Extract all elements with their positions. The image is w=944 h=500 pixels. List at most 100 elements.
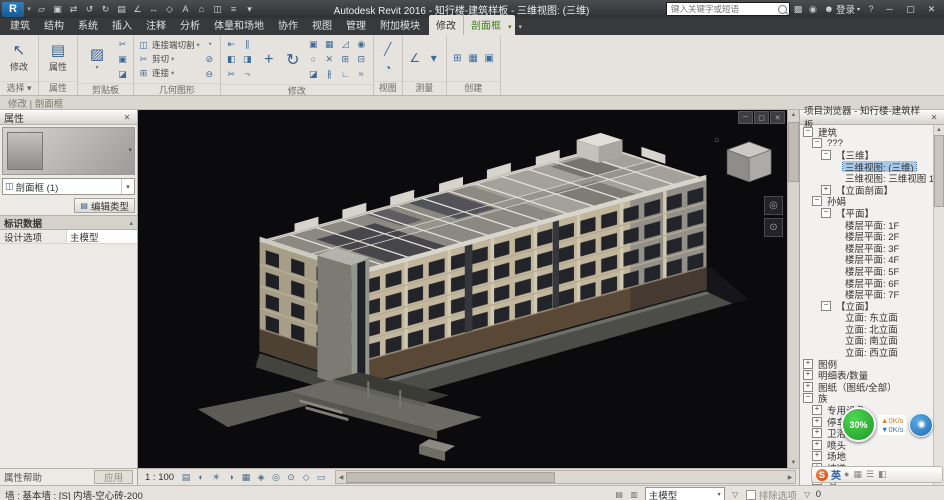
- design-option-filter-icon[interactable]: ▽: [729, 489, 742, 500]
- properties-title-bar[interactable]: 属性 ✕: [0, 110, 137, 125]
- displacement-icon[interactable]: ▭: [314, 471, 328, 484]
- tree-item[interactable]: 族: [800, 393, 933, 405]
- tree-expand-icon[interactable]: [812, 451, 822, 461]
- cut-geometry-icon[interactable]: ✂ 剪切 ▾: [137, 53, 200, 66]
- tree-item[interactable]: ???: [800, 138, 933, 150]
- input-language-indicator[interactable]: 英: [831, 467, 841, 482]
- split-with-gap-icon[interactable]: ∦: [322, 67, 337, 81]
- create-similar-icon[interactable]: ▣: [482, 50, 497, 66]
- tab-modify[interactable]: 修改: [429, 15, 463, 35]
- match-type-icon[interactable]: ◪: [115, 67, 130, 81]
- vp-minimize-icon[interactable]: ─: [738, 111, 753, 124]
- beam-cope-icon[interactable]: ◔: [202, 37, 217, 51]
- drawing-area[interactable]: ⌂ ─ ▢ ✕ ◎: [138, 110, 799, 468]
- tree-item[interactable]: 【三维】: [800, 149, 933, 161]
- ribbon-tab[interactable]: 注释: [139, 15, 173, 35]
- measure-icon[interactable]: ∠: [130, 2, 145, 16]
- tree-item[interactable]: 【立面剖面】: [800, 184, 933, 196]
- vp-close-icon[interactable]: ✕: [770, 111, 785, 124]
- pin-icon[interactable]: ◉: [354, 37, 369, 51]
- section-collapse-icon[interactable]: ▴: [129, 219, 133, 227]
- apply-coping-icon[interactable]: ⊘: [202, 52, 217, 66]
- ribbon-tab[interactable]: 系统: [71, 15, 105, 35]
- tree-expand-icon[interactable]: [803, 127, 813, 137]
- cope-icon[interactable]: ◫ 连接端切割 ▾: [137, 39, 200, 52]
- viewport-horizontal-scrollbar[interactable]: ◀ ▶: [335, 470, 796, 484]
- tree-item[interactable]: 三维视图: 三维视图 1: [800, 172, 933, 184]
- type-selector-arrow-icon[interactable]: ▾: [121, 179, 134, 194]
- tree-expand-icon[interactable]: [812, 428, 822, 438]
- join-geometry-icon[interactable]: ⊞: [338, 52, 353, 66]
- properties-close-icon[interactable]: ✕: [121, 113, 133, 122]
- array-icon[interactable]: ▦: [322, 37, 337, 51]
- browser-scrollbar-thumb[interactable]: [934, 135, 944, 207]
- section-icon[interactable]: ◫: [210, 2, 225, 16]
- ribbon-tab[interactable]: 分析: [173, 15, 207, 35]
- checkbox-icon[interactable]: [746, 490, 756, 500]
- modify-tool-button[interactable]: ↖ 修改: [3, 43, 35, 73]
- tree-item[interactable]: 立面: 东立面: [800, 312, 933, 324]
- scale-icon[interactable]: ◿: [338, 37, 353, 51]
- scroll-down-icon[interactable]: ▼: [791, 458, 797, 468]
- tree-item[interactable]: 楼层平面: 7F: [800, 288, 933, 300]
- minimize-icon[interactable]: ─: [879, 1, 900, 17]
- tree-item[interactable]: 楼层平面: 6F: [800, 277, 933, 289]
- detail-level-icon[interactable]: ▤: [179, 471, 193, 484]
- tree-expand-icon[interactable]: [812, 405, 822, 415]
- worksets-icon[interactable]: ▤: [613, 489, 626, 500]
- offset-icon[interactable]: ∥: [240, 37, 255, 51]
- tree-item[interactable]: 楼层平面: 2F: [800, 230, 933, 242]
- exclude-options-checkbox[interactable]: 排除选项: [746, 488, 797, 500]
- type-selector[interactable]: ◫ 剖面框 (1) ▾: [2, 178, 135, 195]
- soft-keyboard-icon[interactable]: ▦: [853, 469, 862, 480]
- tree-expand-icon[interactable]: [803, 370, 813, 380]
- properties-help-link[interactable]: 属性帮助: [4, 470, 42, 484]
- tree-item[interactable]: 立面: 北立面: [800, 323, 933, 335]
- tree-item[interactable]: 楼层平面: 4F: [800, 254, 933, 266]
- project-browser-close-icon[interactable]: ✕: [928, 113, 940, 122]
- property-value[interactable]: 主模型: [67, 230, 137, 243]
- customize-quick-access-icon[interactable]: ▾: [242, 2, 257, 16]
- rotate-icon[interactable]: ↻: [282, 41, 304, 79]
- exchange-apps-icon[interactable]: ▩: [791, 2, 805, 16]
- close-icon[interactable]: ✕: [921, 1, 942, 17]
- steering-wheel-icon[interactable]: ◎: [764, 196, 783, 215]
- ribbon-tab[interactable]: 建筑: [3, 15, 37, 35]
- copy-icon[interactable]: ▣: [306, 37, 321, 51]
- dropdown-arrow-icon[interactable]: ▾: [171, 55, 174, 63]
- remove-coping-icon[interactable]: ⊖: [202, 67, 217, 81]
- tree-item[interactable]: 图纸（图纸/全部）: [800, 381, 933, 393]
- 3d-view-canvas[interactable]: ⌂: [138, 110, 788, 468]
- print-icon[interactable]: ▤: [114, 2, 129, 16]
- application-menu-arrow-icon[interactable]: ▾: [25, 5, 33, 13]
- apply-button[interactable]: 应用: [94, 470, 133, 484]
- wall-joins-icon[interactable]: ∟: [338, 67, 353, 81]
- vp-restore-icon[interactable]: ▢: [754, 111, 769, 124]
- skin-icon[interactable]: ◧: [878, 469, 887, 480]
- tab-section-box-contextual[interactable]: 剖面框: [463, 15, 508, 35]
- sign-in-button[interactable]: ☻ 登录 ▾: [821, 2, 863, 16]
- text-icon[interactable]: A: [178, 2, 193, 16]
- unpin-icon[interactable]: ○: [306, 52, 321, 66]
- mirror-draw-axis-icon[interactable]: ◨: [240, 52, 255, 66]
- mirror-pick-axis-icon[interactable]: ◧: [224, 52, 239, 66]
- tree-item[interactable]: 【平面】: [800, 207, 933, 219]
- selection-filter[interactable]: ▽ 0: [801, 489, 821, 500]
- tree-expand-icon[interactable]: [821, 301, 831, 311]
- active-design-option-select[interactable]: 主模型 ▾: [645, 487, 725, 500]
- sogou-logo-icon[interactable]: S: [816, 469, 828, 481]
- tree-item[interactable]: 三维视图: (三维): [800, 161, 933, 173]
- shadows-icon[interactable]: ◑: [224, 471, 238, 484]
- scroll-right-icon[interactable]: ▶: [785, 474, 795, 481]
- browser-scroll-up-icon[interactable]: ▲: [936, 125, 942, 134]
- project-browser-title-bar[interactable]: 项目浏览器 - 知行楼-建筑样板 ✕: [800, 110, 944, 125]
- tree-item[interactable]: 【立面】: [800, 300, 933, 312]
- edit-type-button[interactable]: ▤ 编辑类型: [74, 198, 135, 213]
- tree-expand-icon[interactable]: [803, 359, 813, 369]
- aligned-dimension-icon[interactable]: ↔: [146, 2, 161, 16]
- properties-button[interactable]: ▤ 属性: [42, 43, 74, 73]
- punctuation-icon[interactable]: ●: [844, 469, 849, 480]
- move-icon[interactable]: +: [258, 41, 280, 79]
- undo-icon[interactable]: ↺: [82, 2, 97, 16]
- tree-item[interactable]: 孙娟: [800, 196, 933, 208]
